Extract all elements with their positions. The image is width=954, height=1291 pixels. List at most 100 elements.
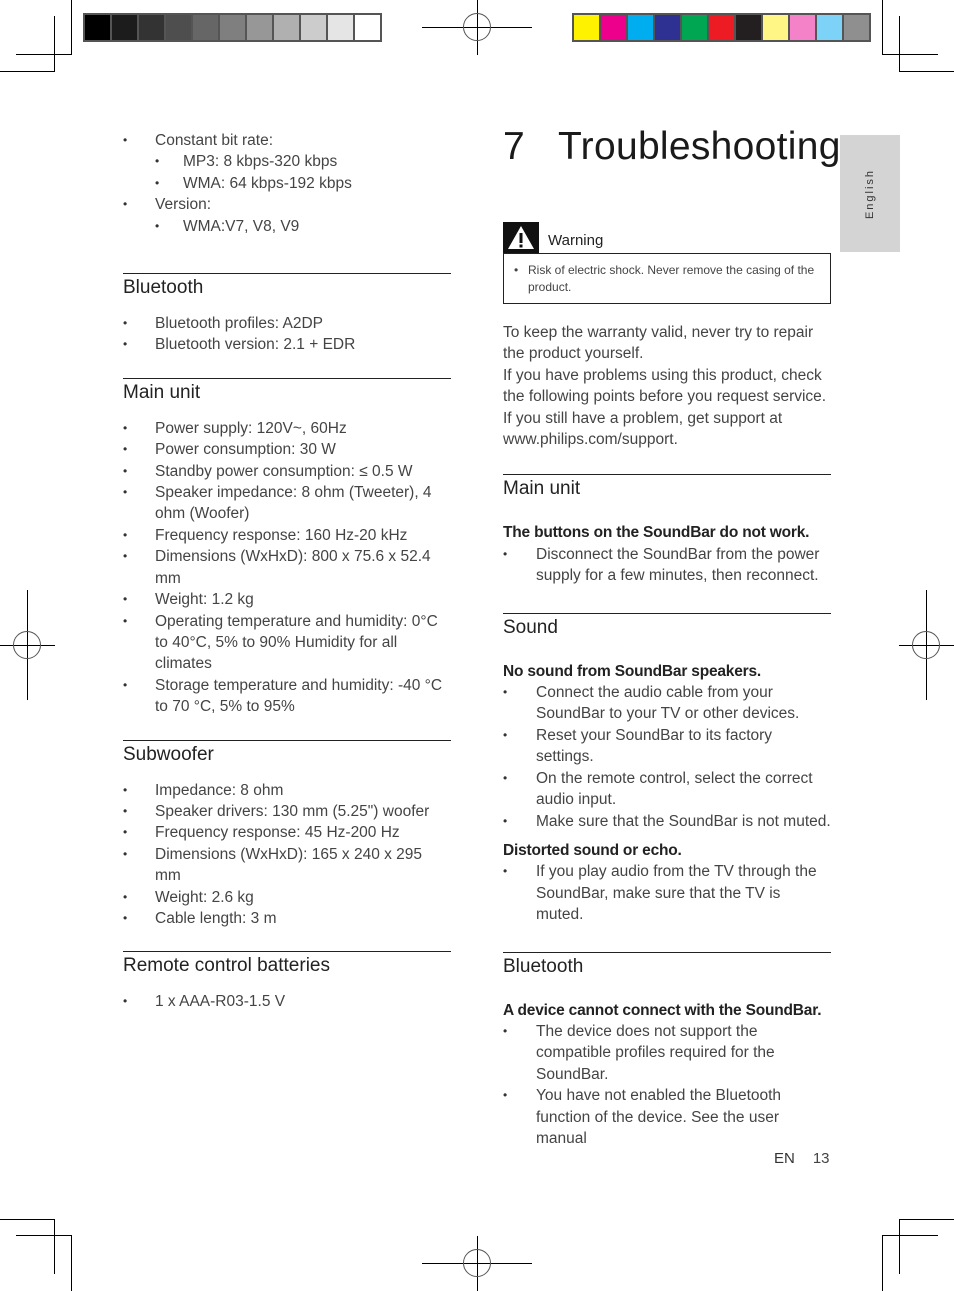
specifications-column: Constant bit rate:MP3: 8 kbps-320 kbpsWM… bbox=[123, 130, 451, 1013]
intro-paragraph: To keep the warranty valid, never try to… bbox=[503, 324, 814, 363]
spec-item: Weight: 2.6 kg bbox=[123, 887, 451, 909]
spec-list: Impedance: 8 ohmSpeaker drivers: 130 mm … bbox=[123, 780, 451, 930]
color-swatch bbox=[220, 15, 245, 40]
page-number: 13 bbox=[812, 1150, 830, 1167]
color-swatch bbox=[790, 15, 815, 40]
solution-item: Make sure that the SoundBar is not muted… bbox=[503, 811, 831, 833]
spec-item: Operating temperature and humidity: 0°C … bbox=[123, 611, 451, 675]
spec-item: 1 x AAA-R03-1.5 V bbox=[123, 991, 451, 1013]
spec-section: Subwoofer Impedance: 8 ohmSpeaker drivers… bbox=[123, 739, 451, 930]
section-heading: Bluetooth bbox=[123, 277, 204, 299]
spec-item: Speaker drivers: 130 mm (5.25") woofer bbox=[123, 801, 451, 823]
color-swatch bbox=[655, 15, 680, 40]
warning-icon bbox=[503, 222, 539, 253]
spec-list: 1 x AAA-R03-1.5 V bbox=[123, 991, 451, 1013]
color-swatch bbox=[193, 15, 218, 40]
sub-list: MP3: 8 kbps-320 kbpsWMA: 64 kbps-192 kbp… bbox=[155, 151, 451, 194]
troubleshooting-section: Bluetooth A device cannot connect with th… bbox=[503, 951, 831, 1150]
solution-list: Connect the audio cable from your SoundB… bbox=[503, 682, 831, 832]
spec-item: Power supply: 120V~, 60Hz bbox=[123, 418, 451, 440]
chapter-title: 7 Troubleshooting bbox=[503, 125, 840, 169]
list-item: Version:WMA:V7, V8, V9 bbox=[123, 194, 451, 237]
solution-item: The device does not support the compatib… bbox=[503, 1021, 831, 1085]
sub-list: WMA:V7, V8, V9 bbox=[155, 216, 451, 238]
warning-label: Warning bbox=[548, 232, 604, 249]
color-swatch bbox=[601, 15, 626, 40]
spec-item: Dimensions (WxHxD): 165 x 240 x 295 mm bbox=[123, 844, 451, 887]
color-swatch bbox=[574, 15, 599, 40]
intro-text: To keep the warranty valid, never try to… bbox=[503, 322, 831, 450]
solution-list: If you play audio from the TV through th… bbox=[503, 861, 831, 925]
language-tab: English bbox=[840, 135, 900, 252]
spec-item: Impedance: 8 ohm bbox=[123, 780, 451, 802]
spec-item: Cable length: 3 m bbox=[123, 908, 451, 930]
spec-section: Bluetooth Bluetooth profiles: A2DPBluetoo… bbox=[123, 273, 451, 356]
spec-item: Standby power consumption: ≤ 0.5 W bbox=[123, 461, 451, 483]
section-heading: Bluetooth bbox=[503, 955, 584, 977]
color-swatch bbox=[85, 15, 110, 40]
solution-item: If you play audio from the TV through th… bbox=[503, 861, 831, 925]
color-swatch bbox=[709, 15, 734, 40]
solution-item: Connect the audio cable from your SoundB… bbox=[503, 682, 831, 725]
solution-list: The device does not support the compatib… bbox=[503, 1021, 831, 1149]
spec-item: Weight: 1.2 kg bbox=[123, 589, 451, 611]
chapter-number: 7 bbox=[503, 125, 525, 168]
spec-item: Dimensions (WxHxD): 800 x 75.6 x 52.4 mm bbox=[123, 546, 451, 589]
page-footer: EN 13 bbox=[774, 1150, 830, 1167]
spec-item: Power consumption: 30 W bbox=[123, 439, 451, 461]
color-swatch bbox=[328, 15, 353, 40]
color-swatch bbox=[682, 15, 707, 40]
solution-item: You have not enabled the Bluetooth funct… bbox=[503, 1085, 831, 1149]
spec-list: Bluetooth profiles: A2DPBluetooth versio… bbox=[123, 313, 451, 356]
chapter-title-text: Troubleshooting bbox=[558, 125, 841, 168]
color-swatch bbox=[817, 15, 842, 40]
spec-item: Bluetooth profiles: A2DP bbox=[123, 313, 451, 335]
list-item: WMA: 64 kbps-192 kbps bbox=[155, 173, 451, 195]
spec-item: Frequency response: 45 Hz-200 Hz bbox=[123, 822, 451, 844]
section-heading: Sound bbox=[503, 616, 558, 638]
warning-box: Warning Risk of electric shock. Never re… bbox=[503, 222, 831, 304]
problem-title: A device cannot connect with the SoundBa… bbox=[503, 1001, 822, 1019]
section-heading: Main unit bbox=[123, 381, 201, 403]
spec-section: Main unit Power supply: 120V~, 60HzPower … bbox=[123, 377, 451, 718]
footer-language: EN bbox=[774, 1150, 795, 1167]
list-item: WMA:V7, V8, V9 bbox=[155, 216, 451, 238]
problem-title: Distorted sound or echo. bbox=[503, 841, 682, 859]
spec-item: Bluetooth version: 2.1 + EDR bbox=[123, 334, 451, 356]
color-swatch bbox=[247, 15, 272, 40]
spec-list: Power supply: 120V~, 60HzPower consumpti… bbox=[123, 418, 451, 718]
color-swatch bbox=[112, 15, 137, 40]
section-heading: Remote control batteries bbox=[123, 955, 330, 977]
intro-paragraph: If you have problems using this product,… bbox=[503, 366, 827, 449]
color-swatch bbox=[166, 15, 191, 40]
section-heading: Subwoofer bbox=[123, 743, 214, 765]
list-item: Constant bit rate:MP3: 8 kbps-320 kbpsWM… bbox=[123, 130, 451, 195]
color-swatch bbox=[274, 15, 299, 40]
spec-section: Remote control batteries 1 x AAA-R03-1.5 … bbox=[123, 951, 451, 1013]
spec-item: Frequency response: 160 Hz-20 kHz bbox=[123, 525, 451, 547]
troubleshooting-column: 7 Troubleshooting Warning Risk of electri… bbox=[503, 125, 840, 1150]
color-swatch bbox=[301, 15, 326, 40]
section-heading: Main unit bbox=[503, 478, 581, 500]
color-swatch bbox=[355, 15, 380, 40]
problem-title: No sound from SoundBar speakers. bbox=[503, 662, 762, 680]
problem-title: The buttons on the SoundBar do not work. bbox=[503, 524, 810, 542]
language-tab-label: English bbox=[864, 168, 876, 219]
solution-list: Disconnect the SoundBar from the power s… bbox=[503, 544, 831, 587]
format-list: Constant bit rate:MP3: 8 kbps-320 kbpsWM… bbox=[123, 130, 451, 237]
color-swatch bbox=[844, 15, 869, 40]
spec-item: Storage temperature and humidity: -40 °C… bbox=[123, 675, 451, 718]
solution-item: On the remote control, select the correc… bbox=[503, 768, 831, 811]
process-color-bar bbox=[572, 13, 871, 42]
spec-item: Speaker impedance: 8 ohm (Tweeter), 4 oh… bbox=[123, 482, 451, 525]
color-swatch bbox=[763, 15, 788, 40]
warning-item: Risk of electric shock. Never remove the… bbox=[514, 262, 820, 295]
color-swatch bbox=[139, 15, 164, 40]
list-item: MP3: 8 kbps-320 kbps bbox=[155, 151, 451, 173]
grayscale-color-bar bbox=[83, 13, 382, 42]
troubleshooting-section: Main unit The buttons on the SoundBar do … bbox=[503, 474, 831, 586]
color-swatch bbox=[736, 15, 761, 40]
troubleshooting-section: Sound No sound from SoundBar speakers. Con… bbox=[503, 612, 831, 926]
color-swatch bbox=[628, 15, 653, 40]
solution-item: Reset your SoundBar to its factory setti… bbox=[503, 725, 831, 768]
